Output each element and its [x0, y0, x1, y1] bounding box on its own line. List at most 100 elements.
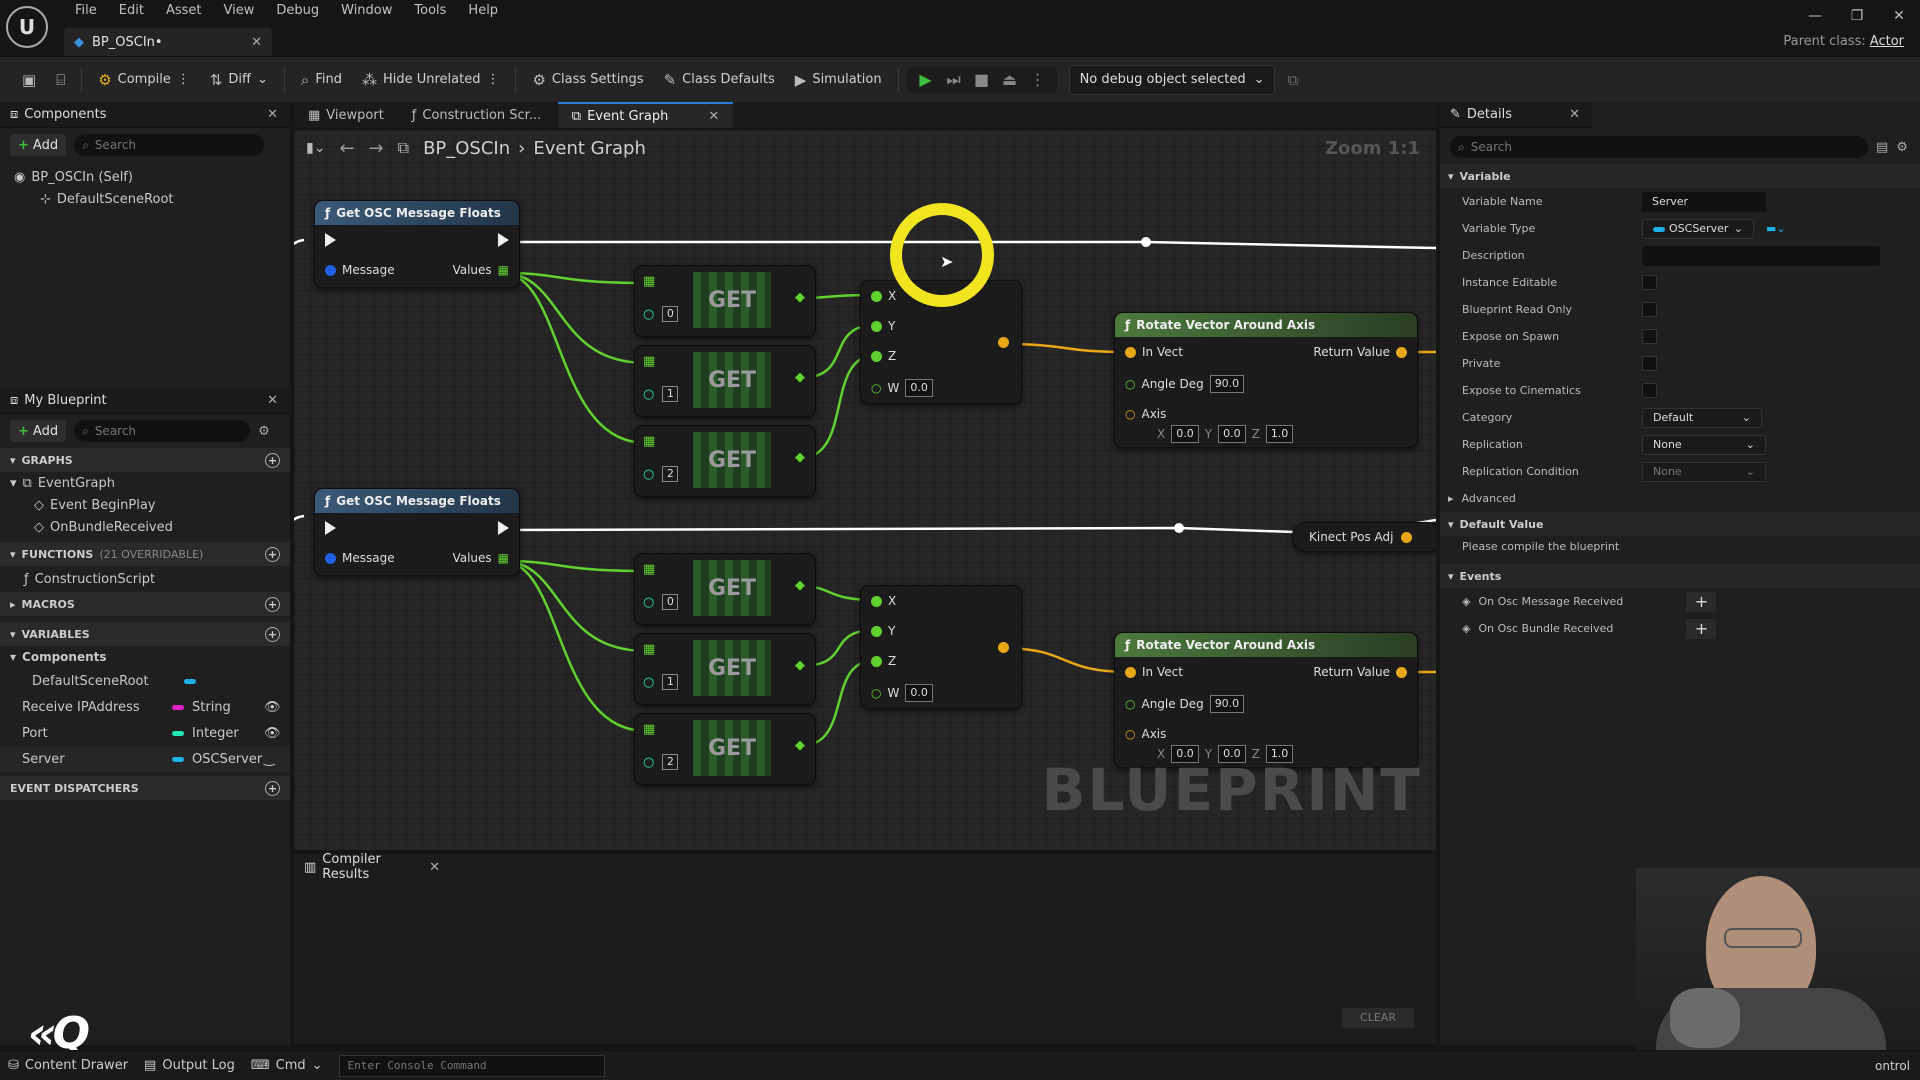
- index-value[interactable]: 2: [662, 466, 679, 482]
- return-value-pin[interactable]: Return Value: [1313, 345, 1407, 359]
- vector-out-pin[interactable]: [998, 642, 1009, 653]
- exec-out-pin[interactable]: [498, 233, 509, 247]
- x-pin[interactable]: X: [871, 594, 896, 608]
- tab-event-graph[interactable]: ⧉ Event Graph ✕: [557, 102, 734, 128]
- angle-deg-pin[interactable]: ○ Angle Deg 90.0: [1125, 375, 1245, 393]
- components-search-input[interactable]: [94, 138, 257, 152]
- close-panel-icon[interactable]: ✕: [429, 860, 440, 875]
- compile-button[interactable]: ⚙ Compile ⋮: [90, 67, 198, 93]
- component-child[interactable]: ⊹ DefaultSceneRoot: [0, 188, 290, 210]
- graph-item[interactable]: ▾ ⧉ EventGraph: [0, 472, 290, 494]
- y-pin[interactable]: Y: [871, 319, 895, 333]
- reroute-node[interactable]: [1141, 237, 1151, 247]
- parent-class-link[interactable]: Actor: [1870, 34, 1904, 49]
- make-vector-node[interactable]: X Y Z ○ W 0.0: [860, 585, 1022, 709]
- private-checkbox[interactable]: [1642, 356, 1657, 371]
- axis-y-value[interactable]: 0.0: [1218, 425, 1246, 443]
- angle-value[interactable]: 90.0: [1209, 375, 1245, 393]
- menu-window[interactable]: Window: [330, 0, 403, 24]
- graphs-section[interactable]: ▾ GRAPHS +: [0, 448, 290, 472]
- settings-gear-icon[interactable]: ⚙: [258, 424, 270, 439]
- function-item[interactable]: ƒ ConstructionScript: [0, 566, 290, 592]
- replication-select[interactable]: None ⌄: [1642, 434, 1766, 455]
- array-get-node[interactable]: ▦ GET ○ 0 ◆: [634, 553, 816, 625]
- output-pin-icon[interactable]: ◆: [795, 578, 805, 593]
- message-pin[interactable]: Message: [325, 551, 395, 565]
- variable-row[interactable]: Receive IPAddress String 👁: [0, 694, 290, 720]
- simulation-button[interactable]: ▶ Simulation: [787, 67, 890, 93]
- table-view-icon[interactable]: ▤: [1876, 140, 1888, 155]
- variable-type-select[interactable]: OSCServer ⌄: [1642, 218, 1754, 239]
- add-function-icon[interactable]: +: [265, 546, 280, 562]
- menu-help[interactable]: Help: [457, 0, 509, 24]
- more-options-icon[interactable]: ⋮: [486, 72, 499, 87]
- variable-row[interactable]: Port Integer 👁: [0, 720, 290, 746]
- add-variable-icon[interactable]: +: [265, 626, 280, 642]
- debug-filter-button[interactable]: ⧉: [1279, 67, 1306, 93]
- console-command-input[interactable]: [338, 1054, 605, 1077]
- array-get-node[interactable]: ▦ GET ○ 2 ◆: [634, 713, 816, 785]
- default-value-section[interactable]: ▾ Default Value: [1440, 512, 1920, 536]
- w-value[interactable]: 0.0: [905, 684, 933, 702]
- add-graph-icon[interactable]: +: [265, 452, 280, 468]
- compiler-results-tab[interactable]: ▥ Compiler Results ✕: [294, 852, 444, 882]
- content-drawer-button[interactable]: ⛁ Content Drawer: [8, 1058, 128, 1073]
- expose-cinematics-checkbox[interactable]: [1642, 383, 1657, 398]
- event-item[interactable]: ◇ Event BeginPlay: [0, 494, 290, 516]
- array-get-node[interactable]: ▦ GET ○ 2 ◆: [634, 425, 816, 497]
- container-type-select[interactable]: ▬⌄: [1766, 222, 1786, 235]
- output-log-button[interactable]: ▤ Output Log: [144, 1058, 235, 1073]
- menu-asset[interactable]: Asset: [155, 0, 213, 24]
- kinect-pos-adj-node[interactable]: Kinect Pos Adj: [1292, 522, 1436, 552]
- w-value[interactable]: 0.0: [905, 379, 933, 397]
- eye-icon[interactable]: 👁: [264, 726, 281, 741]
- exec-in-pin[interactable]: [325, 521, 336, 535]
- restore-icon[interactable]: ❐: [1836, 0, 1878, 32]
- in-vect-pin[interactable]: In Vect: [1125, 665, 1183, 679]
- document-tab[interactable]: ◆ BP_OSCIn• ✕: [64, 28, 272, 56]
- my-blueprint-search[interactable]: ⌕: [74, 420, 251, 442]
- w-pin[interactable]: ○ W 0.0: [871, 684, 933, 702]
- play-icon[interactable]: ▶: [915, 70, 937, 89]
- component-root[interactable]: ◉ BP_OSCIn (Self): [0, 166, 290, 188]
- index-value[interactable]: 0: [662, 594, 679, 610]
- axis-z-value[interactable]: 1.0: [1265, 425, 1294, 443]
- variable-row[interactable]: Server OSCServer ‿: [0, 746, 290, 772]
- rotate-vector-node[interactable]: ƒ Rotate Vector Around Axis In Vect Retur…: [1114, 632, 1418, 768]
- blueprint-read-only-checkbox[interactable]: [1642, 302, 1657, 317]
- message-pin[interactable]: Message: [325, 263, 395, 277]
- category-select[interactable]: Default ⌄: [1642, 407, 1762, 428]
- event-dispatchers-section[interactable]: EVENT DISPATCHERS +: [0, 776, 290, 800]
- index-pin[interactable]: ○ 1: [643, 386, 679, 402]
- angle-deg-pin[interactable]: ○ Angle Deg 90.0: [1125, 695, 1245, 713]
- my-blueprint-search-input[interactable]: [94, 424, 243, 438]
- tab-construction-script[interactable]: ƒ Construction Scr...: [398, 102, 558, 128]
- unreal-logo-icon[interactable]: U: [6, 6, 48, 48]
- variable-section[interactable]: ▾ Variable: [1440, 164, 1920, 188]
- return-value-pin[interactable]: Return Value: [1313, 665, 1407, 679]
- instance-editable-checkbox[interactable]: [1642, 275, 1657, 290]
- components-category[interactable]: ▾ Components: [0, 646, 290, 668]
- close-window-icon[interactable]: ✕: [1878, 0, 1920, 32]
- index-value[interactable]: 0: [662, 306, 679, 322]
- cmd-select[interactable]: ⌨ Cmd ⌄: [251, 1058, 323, 1073]
- z-pin[interactable]: Z: [871, 349, 896, 363]
- components-search[interactable]: ⌕: [74, 134, 265, 156]
- add-event-button[interactable]: +: [1686, 591, 1717, 612]
- bookmark-icon[interactable]: ▮⌄: [306, 140, 325, 156]
- tab-viewport[interactable]: ▦ Viewport: [294, 102, 398, 128]
- close-panel-icon[interactable]: ✕: [267, 393, 278, 408]
- output-pin-icon[interactable]: ◆: [795, 450, 805, 465]
- add-component-button[interactable]: + Add: [10, 134, 67, 156]
- add-dispatcher-icon[interactable]: +: [265, 780, 280, 796]
- output-pin-icon[interactable]: ◆: [795, 290, 805, 305]
- output-pin-icon[interactable]: ◆: [795, 658, 805, 673]
- vector-out-pin[interactable]: [998, 337, 1009, 348]
- clear-button[interactable]: CLEAR: [1342, 1008, 1414, 1028]
- debug-object-select[interactable]: No debug object selected ⌄: [1068, 64, 1276, 95]
- eye-closed-icon[interactable]: ‿: [264, 752, 274, 767]
- in-vect-pin[interactable]: In Vect: [1125, 345, 1183, 359]
- close-panel-icon[interactable]: ✕: [1569, 107, 1580, 122]
- hide-unrelated-button[interactable]: ⁂ Hide Unrelated ⋮: [354, 67, 508, 93]
- menu-file[interactable]: File: [64, 0, 108, 24]
